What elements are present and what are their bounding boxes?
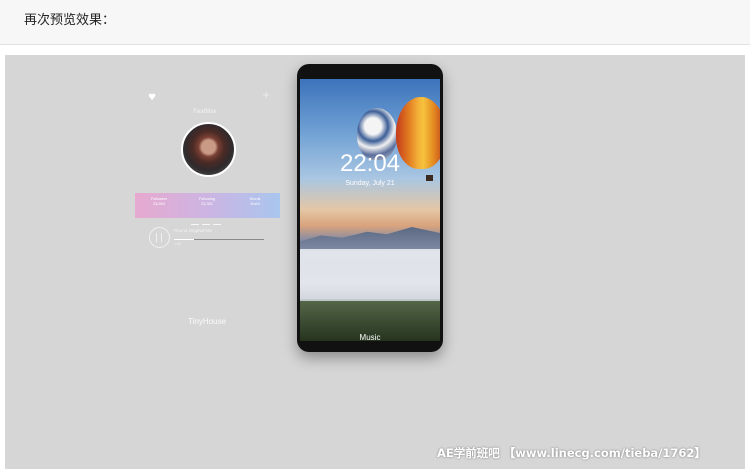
heart-icon: ♥ (148, 93, 157, 103)
watermark: AE学前班吧 【www.linecg.com/tieba/1762】 (437, 446, 706, 460)
profile-name: FeatMax (193, 109, 217, 115)
music-label: Music (359, 333, 381, 341)
stats-bar: Followers 23,554 Following 23,351 Words … (135, 193, 280, 225)
stat-following: Following 23,351 (187, 197, 227, 207)
plus-icon: + (262, 90, 271, 101)
mountain-silhouette (300, 227, 440, 251)
balloon-basket (426, 175, 433, 181)
stat-value: 2m/nl (250, 202, 260, 206)
track-time: 1:05 (174, 242, 181, 246)
phone-mockup: 22:04 Sunday, July 21 Music (297, 64, 443, 352)
avatar (181, 122, 236, 177)
track-progress-fill (174, 239, 194, 240)
lock-date: Sunday, July 21 (345, 180, 395, 187)
fog-layer (300, 249, 440, 299)
pause-icon (156, 233, 162, 242)
top-bar: 再次预览效果： (0, 0, 750, 45)
page-indicator (191, 210, 231, 225)
lock-screen: 22:04 Sunday, July 21 Music (300, 79, 440, 341)
tinyhouse-label: TinyHouse (188, 317, 226, 326)
pause-button[interactable] (149, 227, 170, 248)
track-title: Round Original Mix (174, 228, 213, 233)
lock-clock: 22:04 (339, 150, 401, 177)
stat-followers: Followers 23,554 (139, 197, 179, 207)
page-heading: 再次预览效果： (24, 13, 116, 28)
stat-value: 23,554 (153, 202, 165, 206)
stat-words: Words 2m/nl (235, 197, 275, 207)
stat-value: 23,351 (201, 202, 213, 206)
